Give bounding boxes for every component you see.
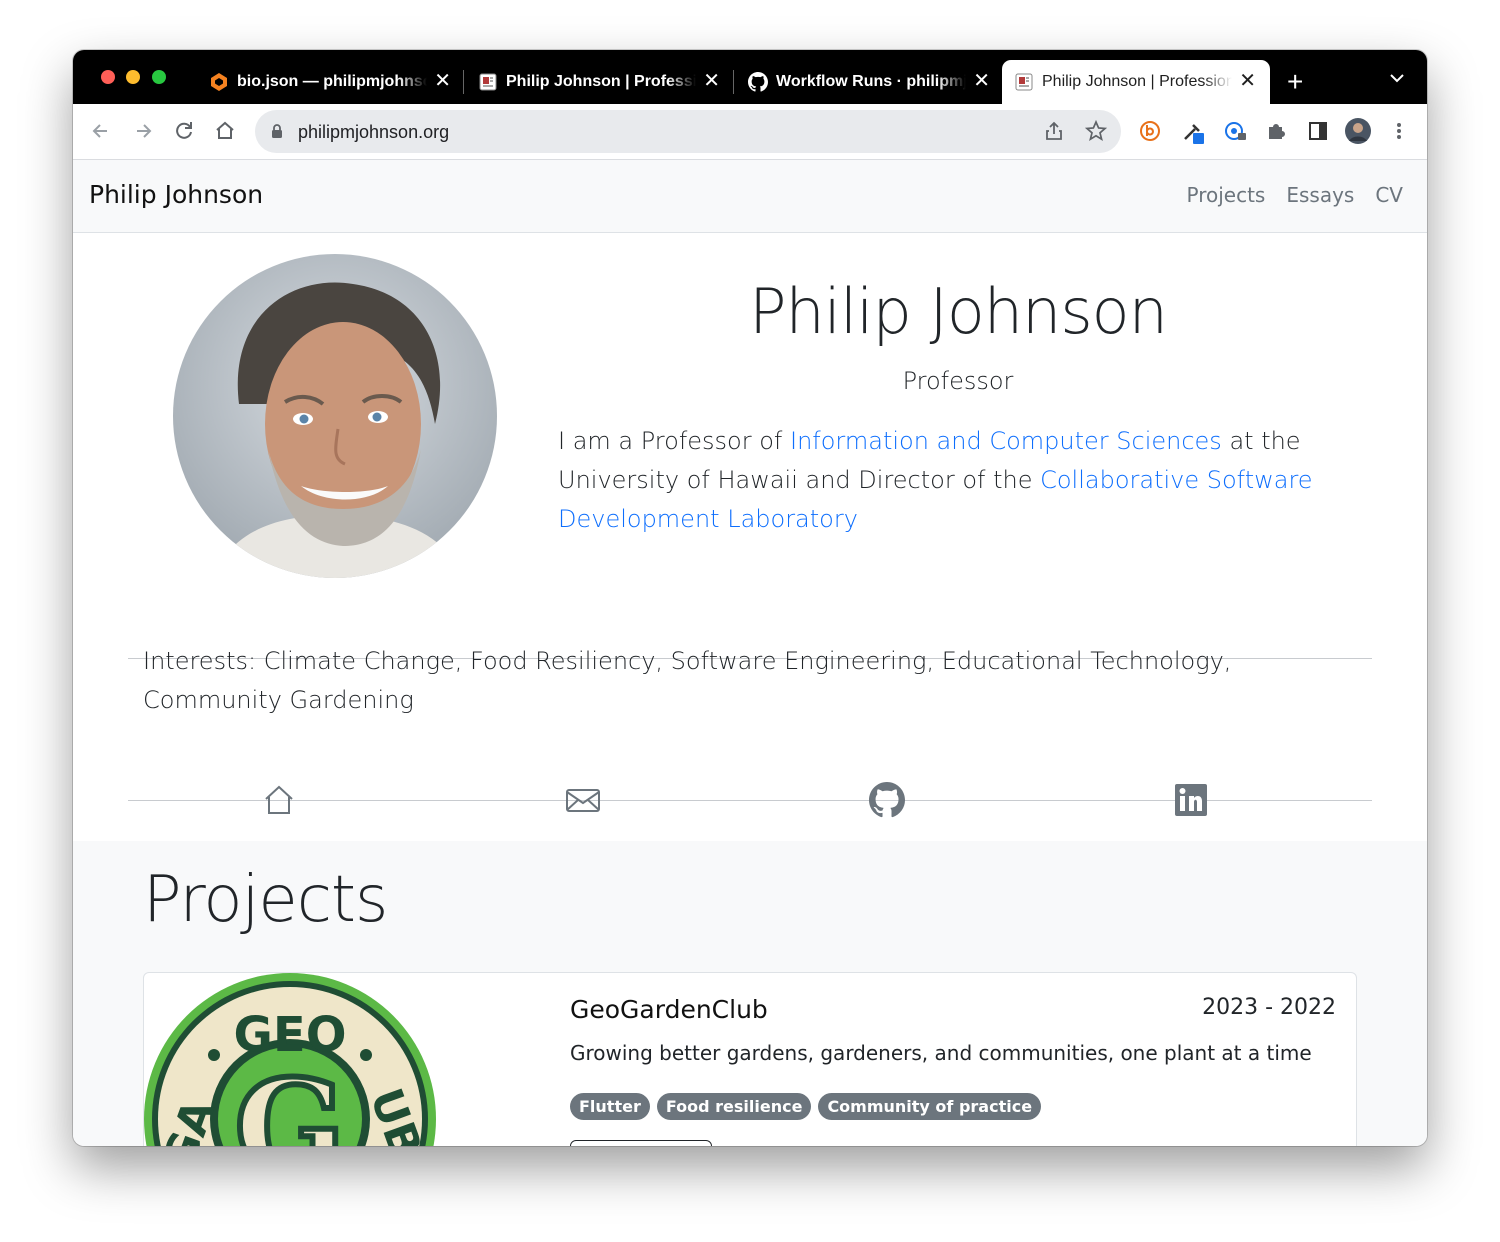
reload-icon[interactable] [170, 117, 198, 145]
nav-link-essays[interactable]: Essays [1286, 183, 1354, 207]
url-text[interactable]: philipmjohnson.org [298, 122, 449, 143]
project-more-button[interactable] [570, 1140, 712, 1146]
github-icon [748, 72, 768, 92]
tab-workflow-runs[interactable]: Workflow Runs · philipmjohnson ✕ [736, 60, 1004, 104]
lock-icon[interactable] [271, 123, 283, 139]
email-icon[interactable] [563, 782, 603, 818]
tag-badge: Food resilience [656, 1093, 812, 1120]
browser-window: bio.json — philipmjohnson ✕ Philip Johns… [73, 50, 1427, 1146]
jetbrains-logo-icon [211, 73, 227, 91]
extension-b-icon[interactable] [1136, 117, 1164, 145]
address-bar[interactable]: philipmjohnson.org [255, 110, 1121, 153]
tab-title: Workflow Runs · philipmjohnson [776, 73, 966, 90]
minimize-window-button[interactable] [126, 70, 140, 84]
home-icon[interactable] [259, 782, 299, 818]
linkedin-icon[interactable] [1171, 782, 1211, 818]
tab-close-icon[interactable]: ✕ [973, 70, 990, 92]
forward-arrow-icon[interactable] [129, 117, 157, 145]
tab-close-icon[interactable]: ✕ [1239, 70, 1256, 92]
tab-separator [733, 70, 734, 94]
logo-letter: G [234, 1051, 345, 1146]
project-dates: 2023 - 2022 [1202, 995, 1336, 1020]
project-description: Growing better gardens, gardeners, and c… [570, 1041, 1312, 1065]
bio-text-part: I am a Professor of [558, 427, 790, 455]
tab-title: Philip Johnson | Professional Portfolio [1042, 73, 1232, 90]
profile-avatar[interactable] [1344, 117, 1372, 145]
profile-photo [173, 254, 497, 578]
site-brand[interactable]: Philip Johnson [89, 180, 263, 209]
tag-badge: Community of practice [818, 1093, 1042, 1120]
tab-separator [463, 70, 464, 94]
home-icon[interactable] [211, 117, 239, 145]
back-arrow-icon[interactable] [87, 117, 115, 145]
portfolio-favicon [479, 73, 497, 91]
tab-portfolio-1[interactable]: Philip Johnson | Professional Portfolio … [466, 60, 734, 104]
nav-links: Projects Essays CV [1186, 183, 1403, 207]
tab-title: Philip Johnson | Professional Portfolio [506, 73, 696, 90]
bio-text: I am a Professor of Information and Comp… [558, 422, 1318, 539]
tab-title: bio.json — philipmjohnson [237, 73, 427, 90]
side-panel-icon[interactable] [1304, 117, 1332, 145]
bookmark-star-icon[interactable] [1085, 120, 1107, 142]
tab-bio-json[interactable]: bio.json — philipmjohnson ✕ [197, 60, 465, 104]
hero-title: Professor [902, 367, 1014, 395]
tab-close-icon[interactable]: ✕ [703, 70, 720, 92]
projects-section: Projects GEO GA UB G GeoGardenClub 2023 … [73, 841, 1427, 1146]
password-extension-icon[interactable] [1221, 117, 1249, 145]
hero-name: Philip Johnson [749, 275, 1168, 348]
site-navbar: Philip Johnson Projects Essays CV [73, 160, 1427, 233]
projects-heading: Projects [143, 863, 388, 937]
page-content: Philip Johnson Projects Essays CV Philip… [73, 160, 1427, 1146]
ics-link[interactable]: Information and Computer Sciences [790, 427, 1222, 455]
close-window-button[interactable] [101, 70, 115, 84]
geogardenclub-logo: GEO GA UB G [144, 973, 436, 1146]
project-name: GeoGardenClub [570, 995, 768, 1024]
eyedropper-extension-icon[interactable] [1179, 117, 1207, 145]
tab-portfolio-active[interactable]: Philip Johnson | Professional Portfolio … [1002, 60, 1270, 104]
nav-link-projects[interactable]: Projects [1186, 183, 1265, 207]
chevron-down-icon[interactable] [1389, 72, 1405, 84]
tab-close-icon[interactable]: ✕ [434, 70, 451, 92]
github-icon[interactable] [867, 782, 907, 818]
maximize-window-button[interactable] [152, 70, 166, 84]
kebab-menu-icon[interactable] [1385, 117, 1413, 145]
share-icon[interactable] [1043, 120, 1065, 142]
browser-toolbar: philipmjohnson.org [73, 104, 1427, 160]
tab-strip: bio.json — philipmjohnson ✕ Philip Johns… [73, 50, 1427, 104]
tag-badge: Flutter [570, 1093, 650, 1120]
project-tags: Flutter Food resilience Community of pra… [570, 1093, 1042, 1120]
new-tab-button[interactable]: + [1287, 68, 1303, 96]
extensions-puzzle-icon[interactable] [1262, 117, 1290, 145]
interests-text: Interests: Climate Change, Food Resilien… [143, 647, 1232, 714]
project-card[interactable]: GEO GA UB G GeoGardenClub 2023 - 2022 Gr… [143, 972, 1357, 1146]
portfolio-favicon [1015, 73, 1033, 91]
nav-link-cv[interactable]: CV [1375, 183, 1403, 207]
